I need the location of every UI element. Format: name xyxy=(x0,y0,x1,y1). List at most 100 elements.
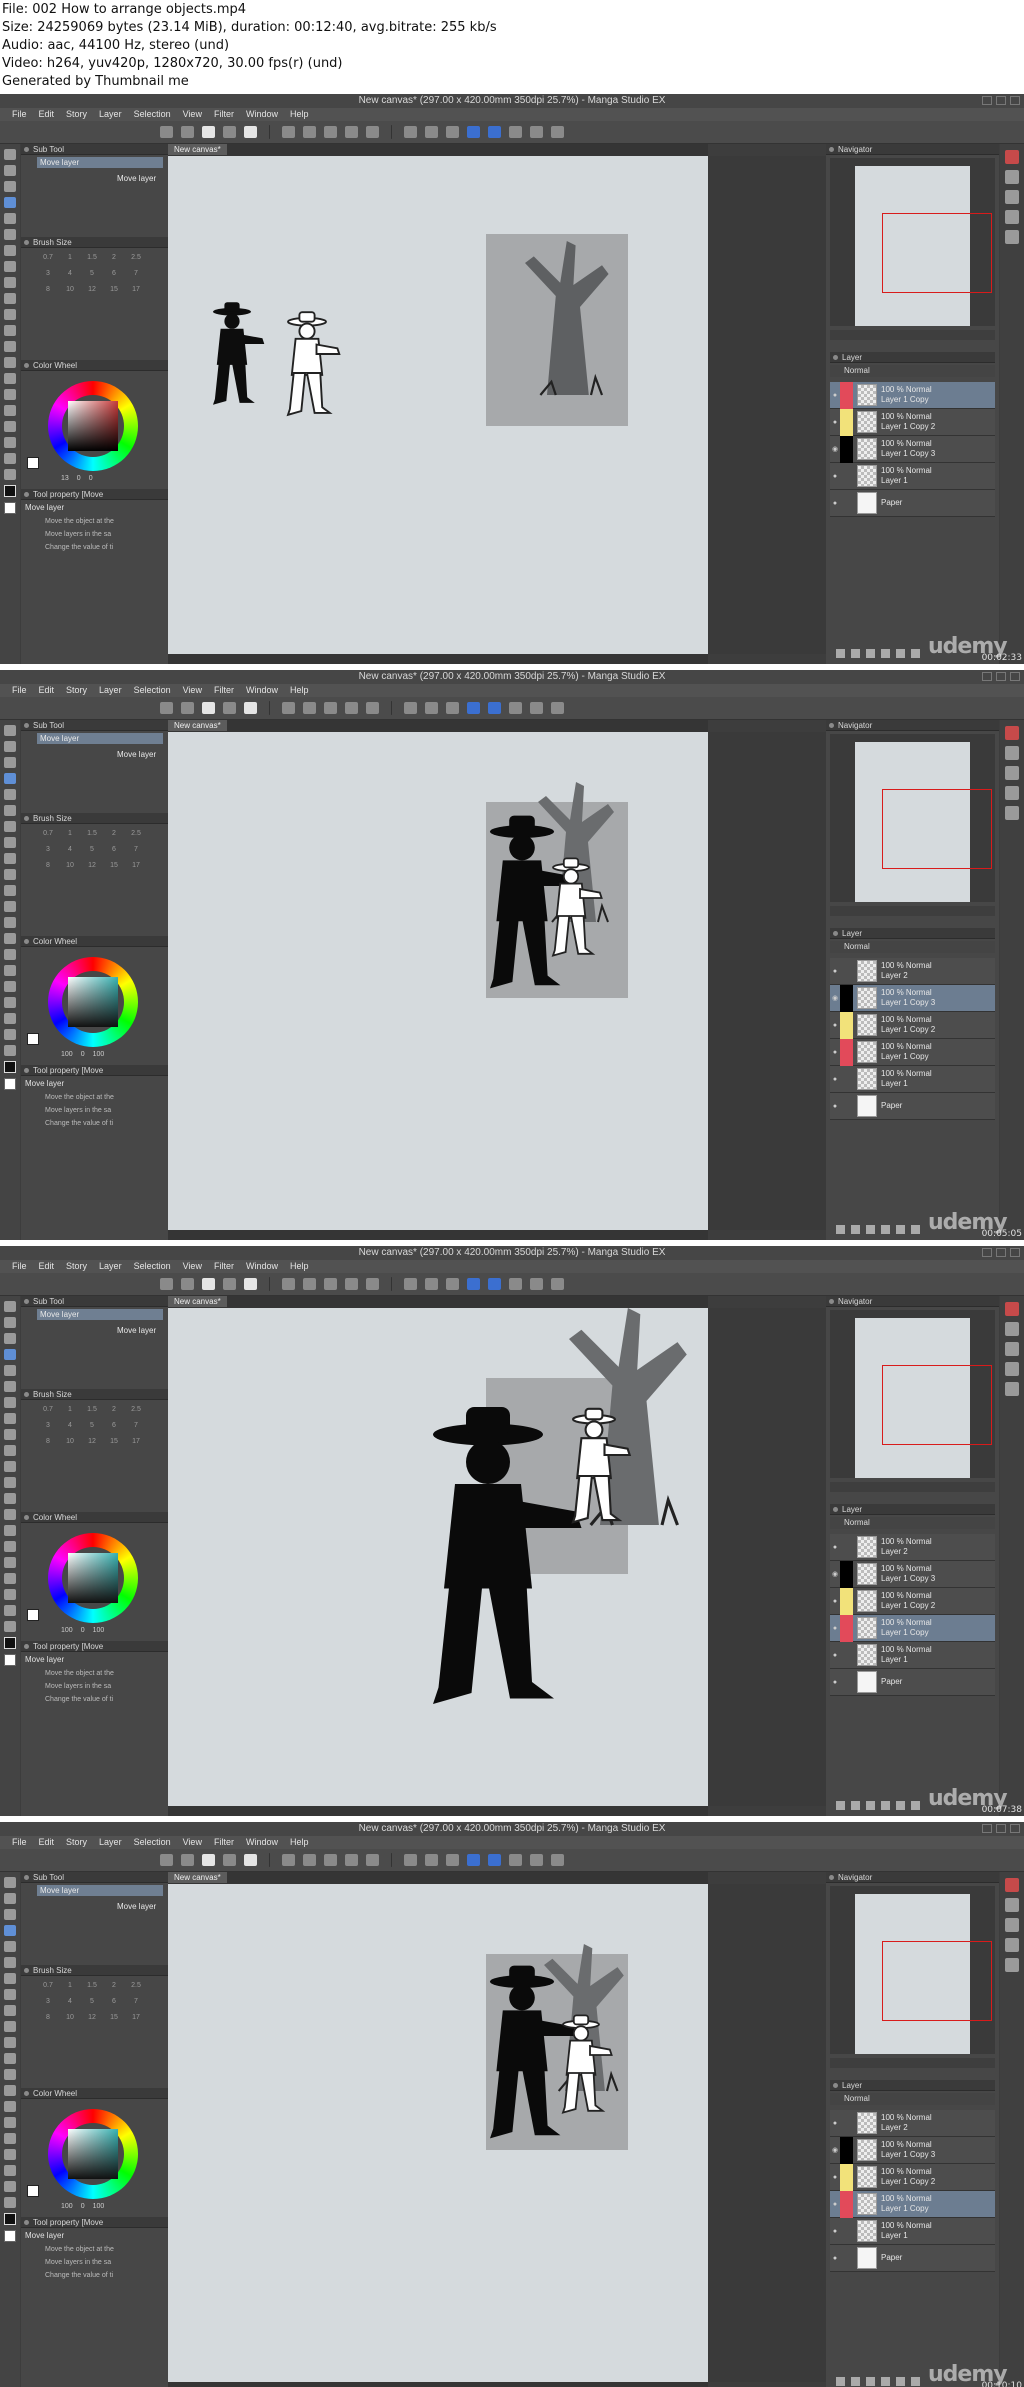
layer-row[interactable]: ● 100 % Normal Layer 1 Copy 2 xyxy=(830,408,995,436)
lasso-icon[interactable] xyxy=(4,805,16,816)
brush-size-option[interactable]: 5 xyxy=(85,1422,99,1432)
minimize-icon[interactable] xyxy=(982,1248,992,1257)
visibility-eye-icon[interactable]: ● xyxy=(830,2110,840,2137)
layer-row[interactable]: ● 100 % Normal Layer 1 Copy xyxy=(830,1614,995,1642)
minimize-icon[interactable] xyxy=(982,672,992,681)
airbrush-icon[interactable] xyxy=(4,1477,16,1488)
brush-size-option[interactable]: 3 xyxy=(41,1998,55,2008)
color-icon[interactable] xyxy=(1005,726,1019,740)
mask-icon[interactable] xyxy=(866,649,875,658)
menu-item-filter[interactable]: Filter xyxy=(208,1836,240,1849)
maximize-icon[interactable] xyxy=(996,672,1006,681)
layer-panel-tab[interactable]: Layer xyxy=(830,2080,995,2091)
menu-item-file[interactable]: File xyxy=(6,1836,33,1849)
blend-mode-select[interactable]: Normal xyxy=(830,1517,995,1529)
brush-size-option[interactable]: 2.5 xyxy=(129,1982,143,1992)
pencil-icon[interactable] xyxy=(4,293,16,304)
text-icon[interactable] xyxy=(4,437,16,448)
subtool-item-move-layer[interactable]: Move layer xyxy=(37,1309,163,1320)
wand-icon[interactable] xyxy=(4,245,16,256)
new-layer-icon[interactable] xyxy=(836,1801,845,1810)
close-icon[interactable] xyxy=(1010,96,1020,105)
visibility-eye-icon[interactable]: ● xyxy=(830,463,840,490)
pen-icon[interactable] xyxy=(425,1278,438,1290)
wand-icon[interactable] xyxy=(4,1973,16,1984)
snap-icon[interactable] xyxy=(467,1278,480,1290)
navigator-view-frame[interactable] xyxy=(882,1365,992,1445)
brush-size-option[interactable]: 2.5 xyxy=(129,830,143,840)
brush-size-option[interactable]: 4 xyxy=(63,270,77,280)
pencil-icon[interactable] xyxy=(4,869,16,880)
menu-item-selection[interactable]: Selection xyxy=(128,108,177,121)
menu-item-selection[interactable]: Selection xyxy=(128,1260,177,1273)
navigator-zoom-slider[interactable] xyxy=(830,906,995,916)
eraser-icon[interactable] xyxy=(4,2069,16,2080)
snap-icon[interactable] xyxy=(467,702,480,714)
page-icon[interactable] xyxy=(244,1854,257,1866)
duplicate-icon[interactable] xyxy=(896,1801,905,1810)
brush-size-option[interactable]: 7 xyxy=(129,1998,143,2008)
print-icon[interactable] xyxy=(530,702,543,714)
menu-item-story[interactable]: Story xyxy=(60,1836,93,1849)
menu-item-filter[interactable]: Filter xyxy=(208,684,240,697)
eyedropper-icon[interactable] xyxy=(4,261,16,272)
undo-icon[interactable] xyxy=(282,126,295,138)
save-icon[interactable] xyxy=(223,702,236,714)
line-correction-icon[interactable] xyxy=(4,469,16,480)
background-color-swatch[interactable] xyxy=(4,2230,16,2242)
color-icon[interactable] xyxy=(1005,150,1019,164)
minimize-icon[interactable] xyxy=(982,96,992,105)
brush-size-option[interactable]: 8 xyxy=(41,2014,55,2024)
layer-row[interactable]: ● 100 % Normal Layer 1 Copy xyxy=(830,381,995,409)
brush-size-option[interactable]: 6 xyxy=(107,846,121,856)
clear-icon[interactable] xyxy=(509,1278,522,1290)
visibility-eye-icon[interactable]: ● xyxy=(830,490,840,517)
brush-size-option[interactable]: 1.5 xyxy=(85,254,99,264)
brush-size-option[interactable]: 4 xyxy=(63,1998,77,2008)
brush-size-option[interactable]: 0.7 xyxy=(41,1982,55,1992)
layer-row[interactable]: ◉ 100 % Normal Layer 1 Copy 3 xyxy=(830,2136,995,2164)
brush-size-option[interactable]: 3 xyxy=(41,270,55,280)
zoom-icon[interactable] xyxy=(4,725,16,736)
tool-option[interactable]: Move the object at the xyxy=(21,2243,168,2256)
color-wheel-panel-tab[interactable]: Color Wheel xyxy=(21,1512,168,1523)
snap-grid-icon[interactable] xyxy=(488,126,501,138)
wand-icon[interactable] xyxy=(4,821,16,832)
brush-size-option[interactable]: 4 xyxy=(63,1422,77,1432)
ruler-icon[interactable] xyxy=(446,126,459,138)
grid-icon[interactable] xyxy=(160,702,173,714)
subtool-panel-tab[interactable]: Sub Tool xyxy=(21,144,168,155)
brush-size-option[interactable]: 3 xyxy=(41,846,55,856)
visibility-eye-icon[interactable]: ◉ xyxy=(830,2137,840,2164)
text-icon[interactable] xyxy=(4,1013,16,1024)
merge-icon[interactable] xyxy=(881,1801,890,1810)
brush-size-option[interactable]: 0.7 xyxy=(41,1406,55,1416)
layer-row[interactable]: ● 100 % Normal Layer 1 Copy 2 xyxy=(830,1587,995,1615)
lasso-icon[interactable] xyxy=(4,229,16,240)
eraser-icon[interactable] xyxy=(4,917,16,928)
canvas-tab[interactable]: New canvas* xyxy=(168,144,227,155)
menu-item-help[interactable]: Help xyxy=(284,1836,315,1849)
sparkle-icon[interactable] xyxy=(324,126,337,138)
menu-item-help[interactable]: Help xyxy=(284,1260,315,1273)
canvas-tab[interactable]: New canvas* xyxy=(168,1296,227,1307)
brush-size-option[interactable]: 10 xyxy=(63,286,77,296)
airbrush-icon[interactable] xyxy=(4,901,16,912)
subtool-panel-tab[interactable]: Sub Tool xyxy=(21,720,168,731)
tool-property-panel-tab[interactable]: Tool property [Move xyxy=(21,1641,168,1652)
layer-panel-tab[interactable]: Layer xyxy=(830,928,995,939)
visibility-eye-icon[interactable]: ◉ xyxy=(830,1561,840,1588)
gradient-icon[interactable] xyxy=(4,373,16,384)
brush-size-panel-tab[interactable]: Brush Size xyxy=(21,237,168,248)
pen-tool-icon[interactable] xyxy=(4,2005,16,2016)
figure-icon[interactable] xyxy=(4,2117,16,2128)
page-icon[interactable] xyxy=(244,126,257,138)
background-color-swatch[interactable] xyxy=(4,1654,16,1666)
brush-size-option[interactable]: 6 xyxy=(107,270,121,280)
menu-item-filter[interactable]: Filter xyxy=(208,108,240,121)
gradient-icon[interactable] xyxy=(4,2101,16,2112)
hand-icon[interactable] xyxy=(4,165,16,176)
visibility-eye-icon[interactable]: ◉ xyxy=(830,436,840,463)
merge-icon[interactable] xyxy=(881,2377,890,2386)
fill-icon[interactable] xyxy=(4,1509,16,1520)
